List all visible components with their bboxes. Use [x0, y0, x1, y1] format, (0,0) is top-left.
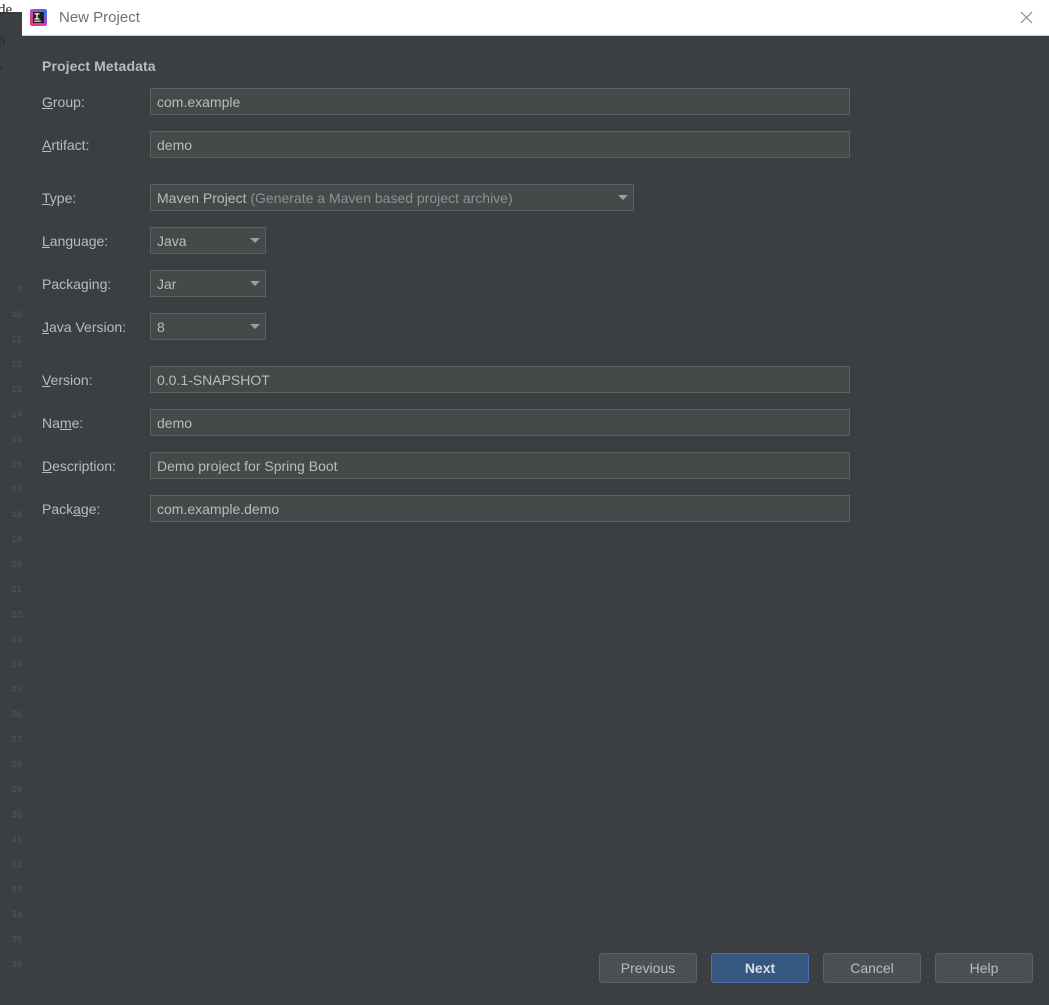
gutter-line-number: 33 [11, 885, 22, 895]
gutter-line-number: 23 [11, 635, 22, 645]
gutter-line-number: 12 [11, 360, 22, 370]
form-row-group: Group: [22, 88, 1049, 115]
group-input[interactable] [150, 88, 850, 115]
gutter-line-number: 14 [11, 410, 22, 420]
background-fragment-0: de [0, 2, 13, 18]
form-row-package: Package: [22, 495, 1049, 522]
label-artifact: Artifact: [42, 136, 90, 153]
gutter-line-number: 27 [11, 735, 22, 745]
artifact-input[interactable] [150, 131, 850, 158]
gutter-line-number: 21 [11, 585, 22, 595]
gutter-line-number: 36 [11, 960, 22, 970]
form-row-java-version: Java Version: 8 [22, 313, 1049, 340]
gutter-line-number: 19 [11, 535, 22, 545]
new-project-dialog: New Project Project Metadata Group: Artif… [22, 0, 1049, 1005]
previous-button[interactable]: Previous [599, 953, 697, 983]
gutter-line-number: 30 [11, 810, 22, 820]
name-input[interactable] [150, 409, 850, 436]
gutter-line-number: 15 [11, 435, 22, 445]
type-dropdown[interactable]: Maven Project (Generate a Maven based pr… [150, 184, 634, 211]
gutter-line-number: 29 [11, 785, 22, 795]
background-fragment-2: r [0, 62, 3, 78]
type-dropdown-value: Maven Project (Generate a Maven based pr… [157, 189, 513, 206]
help-button[interactable]: Help [935, 953, 1033, 983]
gutter-line-number: 10 [11, 310, 22, 320]
dialog-body: Project Metadata Group: Artifact: Type: Mav… [22, 36, 1049, 1005]
gutter-line-number: 25 [11, 685, 22, 695]
form-row-type: Type: Maven Project (Generate a Maven bas… [22, 184, 1049, 211]
label-description: Description: [42, 457, 116, 474]
gutter-line-number: 11 [11, 335, 22, 345]
label-type: Type: [42, 189, 77, 206]
label-package: Package: [42, 500, 101, 517]
packaging-dropdown[interactable]: Jar [150, 270, 266, 297]
gutter-line-number: 13 [11, 385, 22, 395]
gutter-line-number: 17 [11, 485, 22, 495]
chevron-down-icon [245, 324, 265, 329]
version-input[interactable] [150, 366, 850, 393]
gutter-line-number: 18 [11, 510, 22, 520]
label-version: Version: [42, 371, 93, 388]
chevron-down-icon [245, 281, 265, 286]
form-row-name: Name: [22, 409, 1049, 436]
chevron-down-icon [613, 195, 633, 200]
background-fragment-1: n [0, 32, 6, 48]
background-line-number-gutter: 9 10 11 12 13 14 15 16 17 18 19 20 21 22 23 24 25 26 27 28 2… [8, 285, 22, 985]
intellij-idea-icon [30, 9, 47, 26]
background-left-strip: de n r 9 10 11 12 13 14 15 16 17 18 19 20 21 22 23 24 25… [0, 0, 22, 1005]
page-title: Project Metadata [42, 58, 156, 74]
next-button[interactable]: Next [711, 953, 809, 983]
label-java-version: Java Version: [42, 318, 127, 335]
gutter-line-number: 34 [11, 910, 22, 920]
label-packaging: Packaging: [42, 275, 112, 292]
dialog-button-bar: Previous Next Cancel Help [599, 953, 1033, 983]
gutter-line-number: 22 [11, 610, 22, 620]
cancel-button[interactable]: Cancel [823, 953, 921, 983]
java-version-dropdown[interactable]: 8 [150, 313, 266, 340]
form-row-artifact: Artifact: [22, 131, 1049, 158]
packaging-dropdown-value: Jar [157, 275, 177, 292]
gutter-line-number: 35 [11, 935, 22, 945]
gutter-line-number: 20 [11, 560, 22, 570]
gutter-line-number: 24 [11, 660, 22, 670]
label-language: Language: [42, 232, 109, 249]
label-group: Group: [42, 93, 85, 110]
gutter-line-number: 26 [11, 710, 22, 720]
gutter-line-number: 32 [11, 860, 22, 870]
language-dropdown-value: Java [157, 232, 187, 249]
close-icon[interactable] [1003, 0, 1049, 35]
dialog-titlebar: New Project [22, 0, 1049, 36]
chevron-down-icon [245, 238, 265, 243]
project-metadata-form: Group: Artifact: Type: Maven Project (Gener… [22, 88, 1049, 538]
gutter-line-number: 28 [11, 760, 22, 770]
gutter-line-number: 31 [11, 835, 22, 845]
label-name: Name: [42, 414, 84, 431]
gutter-line-number: 16 [11, 460, 22, 470]
description-input[interactable] [150, 452, 850, 479]
form-row-description: Description: [22, 452, 1049, 479]
java-version-dropdown-value: 8 [157, 318, 165, 335]
form-row-packaging: Packaging: Jar [22, 270, 1049, 297]
form-row-version: Version: [22, 366, 1049, 393]
form-row-language: Language: Java [22, 227, 1049, 254]
language-dropdown[interactable]: Java [150, 227, 266, 254]
package-input[interactable] [150, 495, 850, 522]
window-title: New Project [59, 9, 140, 26]
